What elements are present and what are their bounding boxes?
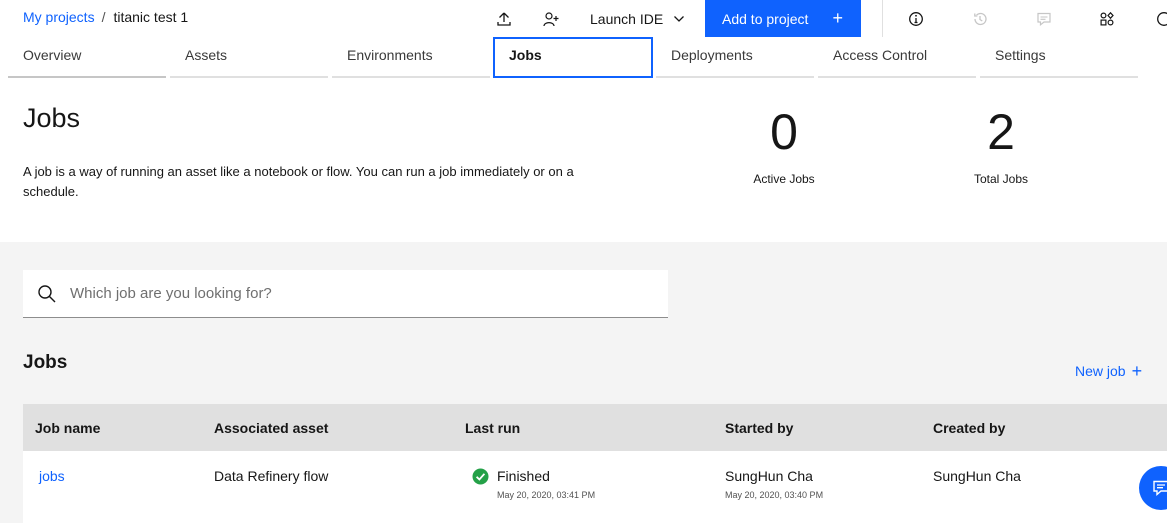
tab-jobs[interactable]: Jobs xyxy=(493,37,653,78)
column-header-started-by[interactable]: Started by xyxy=(725,420,793,436)
add-collaborator-icon xyxy=(543,11,559,26)
breadcrumb: My projects / titanic test 1 xyxy=(23,9,188,25)
started-by-cell: SungHun Cha May 20, 2020, 03:40 PM xyxy=(725,468,823,500)
chat-icon xyxy=(1153,480,1167,497)
page-description: A job is a way of running an asset like … xyxy=(23,164,574,199)
breadcrumb-my-projects-link[interactable]: My projects xyxy=(23,9,95,25)
stat-total-jobs: 2 Total Jobs xyxy=(951,104,1051,186)
last-run-status: Finished xyxy=(497,468,550,484)
project-tabs: Overview Assets Environments Jobs Deploy… xyxy=(8,37,1148,78)
created-by-cell: SungHun Cha xyxy=(933,468,1021,484)
breadcrumb-current-project: titanic test 1 xyxy=(113,9,189,25)
apps-button[interactable] xyxy=(1093,0,1121,37)
upload-icon xyxy=(497,12,511,26)
column-header-job-name[interactable]: Job name xyxy=(35,420,100,436)
tab-environments[interactable]: Environments xyxy=(332,37,490,78)
page-title: Jobs xyxy=(23,103,81,133)
launch-ide-dropdown[interactable]: Launch IDE xyxy=(578,0,697,37)
success-checkmark-icon xyxy=(472,468,489,485)
stat-active-jobs: 0 Active Jobs xyxy=(734,104,834,186)
total-jobs-count: 2 xyxy=(987,104,1015,160)
info-icon xyxy=(909,11,923,26)
header-divider xyxy=(882,0,883,37)
associated-asset-cell: Data Refinery flow xyxy=(214,468,329,484)
user-menu-button[interactable] xyxy=(1156,0,1167,37)
last-run-cell: Finished May 20, 2020, 03:41 PM xyxy=(497,468,595,500)
history-icon xyxy=(974,12,987,25)
plus-icon: + xyxy=(1131,361,1143,381)
top-header: My projects / titanic test 1 Launch IDE Ad… xyxy=(0,0,1167,37)
tab-access-control[interactable]: Access Control xyxy=(818,37,976,78)
started-by-name: SungHun Cha xyxy=(725,468,813,484)
user-icon xyxy=(1157,11,1167,26)
launch-ide-label: Launch IDE xyxy=(590,10,664,27)
add-icon: + xyxy=(832,8,843,28)
jobs-section-title: Jobs xyxy=(23,352,68,373)
apps-icon xyxy=(1100,11,1114,26)
column-header-associated-asset[interactable]: Associated asset xyxy=(214,420,328,436)
info-button[interactable] xyxy=(902,0,930,37)
column-header-created-by[interactable]: Created by xyxy=(933,420,1005,436)
started-by-time: May 20, 2020, 03:40 PM xyxy=(725,490,824,500)
search-input[interactable] xyxy=(70,270,660,317)
upload-button[interactable] xyxy=(490,0,518,37)
comments-icon xyxy=(1037,12,1051,26)
new-job-label: New job xyxy=(1075,363,1126,379)
job-name-link[interactable]: jobs xyxy=(39,468,65,484)
tab-assets[interactable]: Assets xyxy=(170,37,328,78)
total-jobs-label: Total Jobs xyxy=(973,172,1029,186)
comments-button[interactable] xyxy=(1030,0,1058,37)
search-icon xyxy=(38,285,56,303)
active-jobs-label: Active Jobs xyxy=(753,172,815,186)
tab-settings[interactable]: Settings xyxy=(980,37,1138,78)
column-header-last-run[interactable]: Last run xyxy=(465,420,520,436)
add-collaborator-button[interactable] xyxy=(537,0,565,37)
last-run-time: May 20, 2020, 03:41 PM xyxy=(497,490,596,500)
jobs-table-header: Job name Associated asset Last run Start… xyxy=(23,404,1167,451)
job-search xyxy=(23,270,668,318)
chevron-down-icon xyxy=(674,15,685,22)
history-button[interactable] xyxy=(966,0,994,37)
tab-deployments[interactable]: Deployments xyxy=(656,37,814,78)
add-to-project-label: Add to project xyxy=(722,10,809,27)
breadcrumb-separator: / xyxy=(101,9,106,25)
table-row[interactable]: jobs Data Refinery flow Finished May 20,… xyxy=(23,451,1167,523)
add-to-project-button[interactable]: Add to project + xyxy=(705,0,861,37)
new-job-button[interactable]: New job + xyxy=(1075,361,1142,382)
tab-overview[interactable]: Overview xyxy=(8,37,166,78)
active-jobs-count: 0 xyxy=(770,104,798,160)
